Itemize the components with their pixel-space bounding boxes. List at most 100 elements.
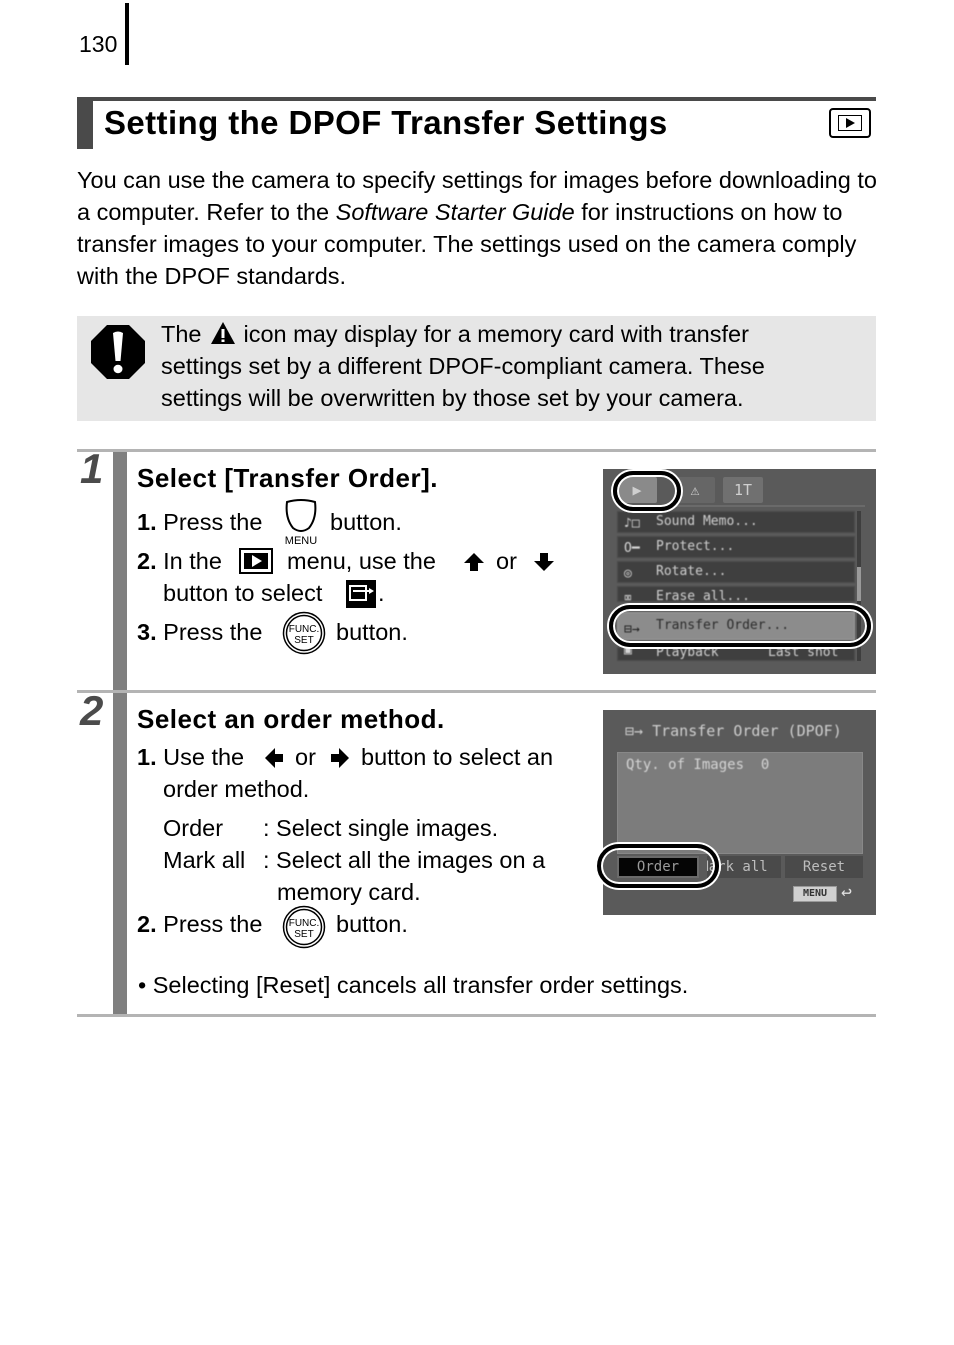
step-2-instruction-2: 2. Press the [137,909,262,939]
step-1-instruction-3: 3. Press the [137,617,262,647]
protect-key-icon: O━ [624,541,640,556]
instr-or: or [295,744,316,770]
rotate-icon: ◎ [624,566,632,581]
set-label: SET [294,929,313,940]
instr-period: . [378,580,385,606]
highlight-ring-tab [613,471,681,511]
func-set-button-icon: FUNC. SET [282,611,326,655]
playback-mode-icon [829,108,871,138]
warning-triangle-icon [210,322,235,344]
option-mark-all-name: Mark all [163,847,246,873]
menu-label: MENU [285,535,317,546]
step-1-number: 1 [80,445,104,492]
menu-item-playback: ▣ Playback Last shot [617,647,855,661]
caution-pre: The [161,321,202,347]
caution-line1-post: icon may display for a memory card with … [243,321,749,347]
highlight-ring-transfer-order [609,605,871,647]
instr-num: 3. [137,619,157,645]
menu-item-label: Protect... [656,539,735,554]
func-label: FUNC. [289,918,320,929]
instr-or: or [496,548,517,574]
set-label: SET [294,635,313,646]
screen-title: ⊟→ Transfer Order (DPOF) [625,722,842,740]
caution-box: The icon may display for a memory card wi… [77,316,876,421]
menu-item-label: Sound Memo... [656,514,758,529]
menu-item-label: Rotate... [656,564,727,579]
menu-item-sound-memo: ♪□ Sound Memo... [617,511,855,533]
menu-item-erase-all: ⌧ Erase all... [617,586,855,602]
qty-label: Qty. of Images [626,757,745,773]
step-1-side-bar [113,452,127,690]
page-title: Setting the DPOF Transfer Settings [104,104,668,141]
page-number: 130 [79,31,118,57]
intro-paragraph: You can use the camera to specify settin… [77,164,877,292]
steps-bottom-rule [77,1014,876,1017]
menu-item-protect: O━ Protect... [617,536,855,558]
camera-screen-transfer-order: ⊟→ Transfer Order (DPOF) Qty. of Images … [597,710,876,915]
playback-icon: ▣ [624,647,632,658]
step-2-number: 2 [80,687,104,734]
transfer-order-icon: ⊟→ [625,722,653,740]
instr-text: Press the [163,911,263,937]
instr-post: button. [336,911,408,937]
qty-panel: Qty. of Images 0 [617,752,863,854]
instr-line2: order method. [163,776,310,802]
erase-icon: ⌧ [624,591,632,602]
up-arrow-icon [464,553,484,571]
instr-mid: menu, use the [287,548,436,574]
section-title-bar: Setting the DPOF Transfer Settings [77,97,876,149]
title-left-block [77,97,93,149]
transfer-order-icon [346,580,376,608]
menu-item-value: Last shot [768,647,839,660]
highlight-ring-order [597,844,719,888]
scrollbar-thumb [857,567,861,601]
tab-setup: 1T [723,477,763,503]
instr-num: 1. [137,744,157,770]
caution-line-2: settings set by a different DPOF-complia… [161,353,765,379]
caution-line-1: The icon may display for a memory card wi… [161,318,861,350]
instr-text: Use the [163,744,245,770]
reset-note: • Selecting [Reset] cancels all transfer… [138,972,689,998]
instr-line2: button to select [163,580,323,606]
reset-button: Reset [785,856,863,878]
option-mark-all-desc2: memory card. [277,879,421,905]
option-order-desc: : Select single images. [263,815,499,841]
down-arrow-icon [534,553,554,571]
menu-button-icon: MENU [285,499,317,546]
func-label: FUNC. [289,624,320,635]
instr-post: button to select an [361,744,554,770]
return-arrow-icon: ↩ [841,882,852,903]
menu-item-rotate: ◎ Rotate... [617,561,855,583]
title-top-rule [77,97,876,101]
screen-title-text: Transfer Order (DPOF) [652,722,842,740]
func-set-button-icon: FUNC. SET [282,905,326,949]
camera-screen-menu: ▶ ⚠ 1T ♪□ Sound Memo... O━ Protect... ◎ Rot… [603,469,876,674]
option-mark-all-desc: : Select all the images on a [263,847,546,873]
step-2-side-bar [113,693,127,1014]
caution-text: The icon may display for a memory card wi… [161,318,861,414]
step-1-instruction-1: 1. Press the [137,507,262,537]
page-number-rule [125,3,129,65]
step-2-top-rule [77,690,876,693]
instr-post: button. [330,509,402,535]
guide-name: Software Starter Guide [335,199,575,225]
menu-badge: MENU [793,886,837,902]
instr-text: Press the [163,619,263,645]
step-2-title: Select an order method. [137,704,445,734]
qty-value: 0 [760,757,770,773]
tab-print: ⚠ [675,477,715,503]
caution-line-3: settings will be overwritten by those se… [161,385,744,411]
right-arrow-icon [331,748,349,768]
qty-readout: Qty. of Images 0 [626,757,769,773]
option-order-name: Order [163,815,224,841]
playback-menu-icon [239,548,273,574]
caution-stop-icon [91,325,145,379]
step-1-title: Select [Transfer Order]. [137,463,438,493]
instr-text: In the [163,548,222,574]
step-2-instruction-1: 1. Use the [137,742,244,772]
instr-num: 2. [137,548,157,574]
menu-item-label: Playback [656,647,719,660]
step-1-instruction-2: 2. In the [137,546,222,576]
instr-post: button. [336,619,408,645]
left-arrow-icon [265,748,283,768]
